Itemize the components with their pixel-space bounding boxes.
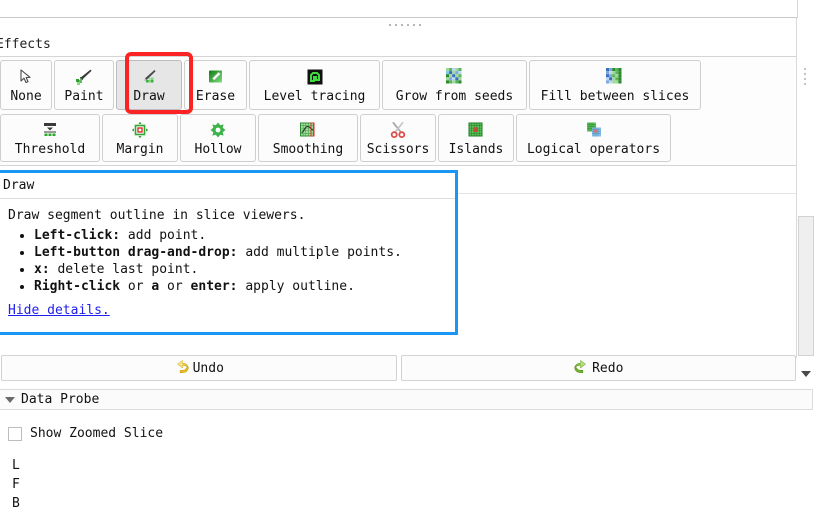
show-zoomed-slice-row[interactable]: Show Zoomed Slice — [8, 426, 163, 441]
eraser-icon — [207, 67, 225, 87]
undo-arrow-icon — [174, 359, 190, 378]
effect-button-scissors[interactable]: Scissors — [360, 114, 436, 162]
effect-button-label: Draw — [133, 88, 165, 104]
scissors-icon — [389, 120, 407, 140]
grip-dot — [804, 68, 806, 70]
data-probe-section-header[interactable]: Data Probe — [0, 389, 813, 410]
undo-button-label: Undo — [192, 360, 224, 376]
islands-icon — [467, 120, 485, 140]
redo-button[interactable]: Redo — [400, 355, 796, 381]
effect-button-label: Grow from seeds — [395, 88, 514, 104]
details-right-filler-bottom — [458, 194, 797, 335]
effect-button-fill-between-slices[interactable]: Fill between slices — [529, 60, 701, 110]
effect-button-margin[interactable]: Margin — [102, 114, 178, 162]
effect-button-label: None — [10, 88, 42, 104]
scrollbar-down-button[interactable] — [797, 365, 815, 383]
effect-button-label: Hollow — [194, 141, 242, 157]
effect-button-none[interactable]: None — [0, 60, 52, 110]
effects-row-2: Threshold Margin Hollow Smoothing Scissors Is… — [0, 112, 672, 164]
show-zoomed-slice-label: Show Zoomed Slice — [30, 426, 164, 441]
effect-button-erase[interactable]: Erase — [184, 60, 247, 110]
effect-details-box: Draw Draw segment outline in slice viewe… — [0, 170, 458, 335]
effect-details-title: Draw — [0, 173, 455, 199]
effect-button-hollow[interactable]: Hollow — [180, 114, 256, 162]
redo-arrow-icon — [573, 359, 589, 378]
effect-button-label: Islands — [448, 141, 504, 157]
effect-details-item: x: delete last point. — [34, 261, 447, 278]
effect-button-label: Level tracing — [263, 88, 366, 104]
details-right-filler-top — [458, 170, 797, 194]
margin-icon — [131, 120, 149, 140]
splitter-dot — [401, 24, 403, 26]
hollow-icon — [209, 120, 227, 140]
effect-details-item: Right-click or a or enter: apply outline… — [34, 278, 447, 295]
triangle-down-icon — [801, 371, 811, 377]
data-probe-title: Data Probe — [21, 392, 100, 407]
data-probe-line: F — [12, 477, 20, 492]
effect-button-label: Margin — [116, 141, 164, 157]
scrollbar-grip-dots — [804, 68, 806, 85]
smoothing-icon — [299, 120, 317, 140]
effect-button-threshold[interactable]: Threshold — [0, 114, 100, 162]
threshold-icon — [41, 120, 59, 140]
effect-button-logical-operators[interactable]: Logical operators — [516, 114, 671, 162]
triangle-down-icon — [5, 396, 15, 403]
effect-button-paint[interactable]: Paint — [54, 60, 114, 110]
effect-details-body: Draw segment outline in slice viewers. L… — [0, 200, 455, 332]
data-probe-readout: LFB — [12, 456, 20, 513]
panel-splitter-handle[interactable] — [375, 22, 435, 28]
undo-button[interactable]: Undo — [1, 355, 397, 381]
splitter-dot — [395, 24, 397, 26]
level-tracing-icon — [306, 67, 324, 87]
effect-button-label: Scissors — [366, 141, 430, 157]
data-probe-line: L — [12, 458, 20, 473]
splitter-dot — [413, 24, 415, 26]
grip-dot — [804, 73, 806, 75]
effect-details-item: Left-button drag-and-drop: add multiple … — [34, 244, 447, 261]
effects-panel: None Paint Draw Erase Level tracing Grow from… — [0, 56, 798, 166]
effect-button-label: Smoothing — [272, 141, 344, 157]
effect-button-draw[interactable]: Draw — [116, 60, 182, 110]
top-panel-strip — [0, 0, 815, 18]
paintbrush-icon — [75, 67, 93, 87]
splitter-dot — [389, 24, 391, 26]
effect-button-label: Fill between slices — [540, 88, 690, 104]
logical-operators-icon — [585, 120, 603, 140]
effect-button-smoothing[interactable]: Smoothing — [258, 114, 358, 162]
grip-dot — [804, 78, 806, 80]
redo-button-label: Redo — [592, 360, 624, 376]
effect-details-list: Left-click: add point.Left-button drag-a… — [8, 227, 447, 295]
effect-button-label: Paint — [64, 88, 104, 104]
effect-button-label: Logical operators — [526, 141, 661, 157]
hide-details-link[interactable]: Hide details. — [8, 303, 110, 318]
effect-button-level-tracing[interactable]: Level tracing — [249, 60, 380, 110]
effect-button-grow-from-seeds[interactable]: Grow from seeds — [382, 60, 527, 110]
grow-from-seeds-icon — [445, 67, 464, 87]
splitter-dot — [419, 24, 421, 26]
grip-dot — [804, 83, 806, 85]
scrollbar-thumb[interactable] — [798, 216, 814, 356]
effect-button-islands[interactable]: Islands — [438, 114, 514, 162]
show-zoomed-slice-checkbox[interactable] — [8, 426, 22, 441]
panel-vertical-scrollbar[interactable] — [797, 18, 815, 383]
effect-button-label: Erase — [195, 88, 236, 104]
effects-section-label: Effects — [0, 37, 51, 52]
top-right-corner — [797, 0, 815, 18]
fill-between-slices-icon — [606, 67, 624, 87]
history-button-row: Undo Redo — [0, 355, 797, 381]
data-probe-line: B — [12, 496, 20, 511]
pencil-draw-icon — [140, 67, 158, 87]
splitter-dot — [407, 24, 409, 26]
cursor-arrow-icon — [17, 67, 35, 87]
effects-row-1: None Paint Draw Erase Level tracing Grow from… — [0, 58, 702, 112]
effect-details-intro: Draw segment outline in slice viewers. — [8, 208, 306, 223]
effect-details-item: Left-click: add point. — [34, 227, 447, 244]
effect-button-label: Threshold — [14, 141, 86, 157]
